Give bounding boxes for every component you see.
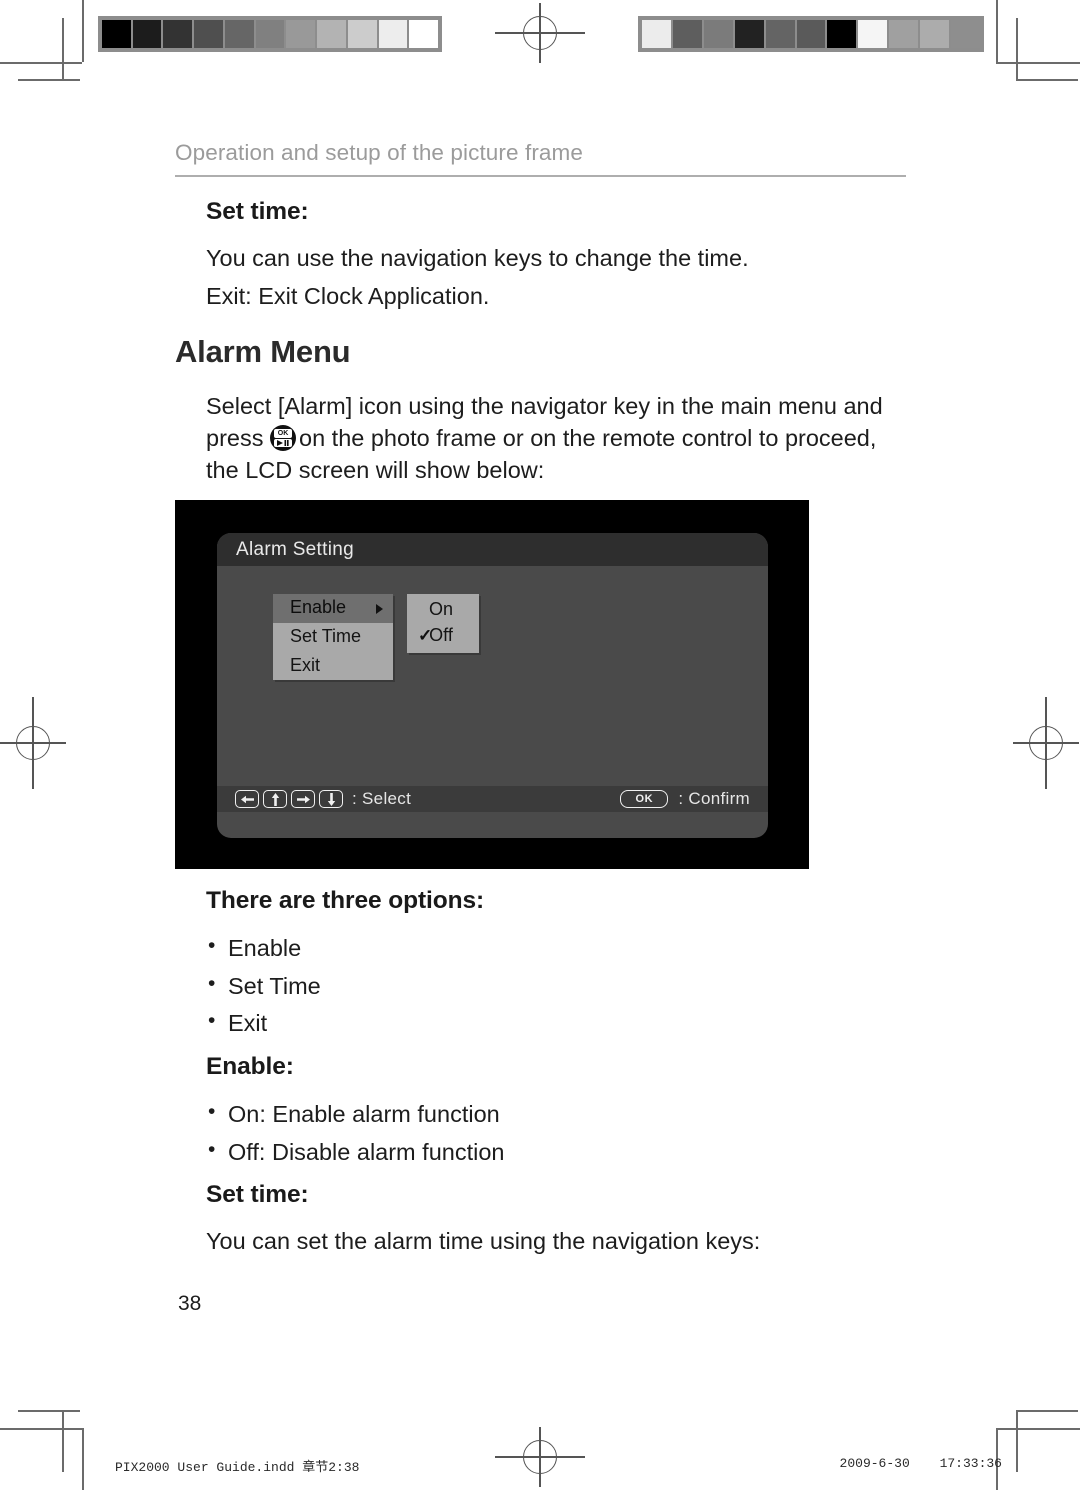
arrow-up-icon[interactable]	[263, 790, 287, 809]
colophon-date: 2009-6-30	[839, 1456, 910, 1471]
crop-mark-top-left-h2	[18, 79, 80, 81]
calibration-right-patch	[920, 20, 950, 48]
crop-mark-bottom-right-h	[996, 1428, 1080, 1430]
calibration-right-patch	[642, 20, 671, 48]
crop-mark-top-left-v	[82, 0, 84, 62]
calibration-left-patch	[224, 20, 254, 48]
section-heading-three-options: There are three options:	[206, 887, 485, 915]
page-number: 38	[178, 1292, 202, 1315]
menu-item-exit[interactable]: Exit	[273, 652, 393, 681]
lcd-body: Enable Set Time Exit On ✓ Off: Select O…	[217, 566, 768, 813]
menu-item-enable-label: Enable	[290, 597, 347, 618]
intro-text-after-icon: on the photo frame or on the remote cont…	[206, 424, 877, 484]
three-options-list: Enable Set Time Exit	[206, 929, 910, 1043]
arrow-left-icon[interactable]	[235, 790, 259, 809]
crop-mark-bottom-left-h2	[18, 1410, 80, 1412]
play-pause-icon	[274, 439, 292, 448]
menu-item-enable[interactable]: Enable	[273, 594, 393, 623]
menu-item-exit-label: Exit	[290, 654, 321, 675]
calibration-right-patch	[827, 20, 857, 48]
list-item: Enable	[206, 929, 910, 968]
calibration-right-patch	[734, 20, 764, 48]
section-heading-enable: Enable:	[206, 1053, 294, 1080]
menu-item-set-time[interactable]: Set Time	[273, 623, 393, 652]
colophon-filename: PIX2000 User Guide.indd 章节2:38	[115, 1460, 360, 1475]
grayscale-calibration-strip-right	[638, 16, 984, 52]
body-column: Set time: You can use the navigation key…	[175, 198, 910, 1259]
section-heading-set-time-2: Set time:	[206, 1181, 309, 1209]
crop-mark-bottom-right-h2	[1016, 1410, 1078, 1412]
submenu-arrow-icon	[376, 603, 383, 614]
crop-mark-top-right-h2	[1016, 79, 1078, 81]
alarm-menu-list: Enable Set Time Exit	[273, 594, 393, 681]
submenu-option-on-label: On	[428, 599, 453, 620]
calibration-right-patch	[765, 20, 795, 48]
calibration-left-patch	[378, 20, 408, 48]
crop-mark-top-right-v2	[1016, 18, 1018, 80]
chapter-title-alarm-menu: Alarm Menu	[175, 333, 351, 369]
ok-key-icon[interactable]: OK	[620, 790, 669, 809]
crop-mark-top-right-h	[996, 62, 1080, 64]
calibration-left-patch	[286, 20, 316, 48]
submenu-option-off-label: Off	[429, 624, 453, 645]
crop-mark-top-left-v2	[62, 18, 64, 80]
crop-mark-bottom-left-h	[0, 1428, 82, 1430]
lcd-footer-bar: : Select OK : Confirm	[217, 786, 768, 813]
calibration-left-patch	[347, 20, 377, 48]
set-time-line-1: You can use the navigation keys to chang…	[206, 244, 749, 271]
colophon-timestamp: 2009-6-30 17:33:36	[840, 1456, 1002, 1471]
submenu-option-on[interactable]: On	[407, 597, 479, 623]
menu-item-set-time-label: Set Time	[290, 625, 362, 646]
crop-mark-bottom-left-v	[82, 1428, 84, 1490]
lcd-title-bar: Alarm Setting	[217, 533, 768, 567]
calibration-left-patch	[317, 20, 346, 48]
lcd-panel: Alarm Setting Enable Set Time Exit On ✓ …	[217, 533, 768, 839]
list-item: Off: Disable alarm function	[206, 1133, 910, 1172]
ok-icon-label: OK	[274, 428, 292, 438]
enable-options-list: On: Enable alarm function Off: Disable a…	[206, 1095, 910, 1172]
calibration-right-patch	[796, 20, 826, 48]
lcd-footer-select-group: : Select	[235, 789, 411, 809]
lcd-footer-confirm-group: OK : Confirm	[620, 789, 750, 809]
crop-mark-top-right-v	[996, 0, 998, 62]
calibration-left-patch	[163, 20, 193, 48]
lcd-screenshot-figure: Alarm Setting Enable Set Time Exit On ✓ …	[175, 500, 809, 870]
ok-play-button-icon: OK	[270, 424, 296, 451]
calibration-right-patch	[858, 20, 888, 48]
header-rule	[175, 175, 906, 177]
set-time-line-2: Exit: Exit Clock Application.	[206, 283, 490, 310]
calibration-right-patch	[703, 20, 733, 48]
section-heading-set-time: Set time:	[206, 197, 309, 225]
calibration-right-patch	[889, 20, 919, 48]
crop-mark-bottom-right-v2	[1016, 1410, 1018, 1472]
colophon-time: 17:33:36	[939, 1456, 1002, 1471]
lcd-select-label: : Select	[352, 789, 412, 809]
checkmark-icon: ✓	[418, 625, 433, 645]
running-head: Operation and setup of the picture frame	[175, 140, 583, 165]
lcd-confirm-label: : Confirm	[678, 789, 750, 809]
calibration-left-patch	[132, 20, 162, 48]
list-item: Exit	[206, 1004, 910, 1043]
arrow-down-icon[interactable]	[319, 790, 343, 809]
page-content: Operation and setup of the picture frame…	[175, 140, 910, 1266]
alarm-menu-intro-paragraph: Select [Alarm] icon using the navigator …	[206, 390, 910, 487]
arrow-right-icon[interactable]	[291, 790, 315, 809]
enable-submenu: On ✓ Off	[407, 594, 479, 654]
crop-mark-top-left-h	[0, 62, 82, 64]
set-time-description: You can set the alarm time using the nav…	[206, 1228, 761, 1255]
submenu-option-off[interactable]: ✓ Off	[407, 623, 479, 649]
list-item: On: Enable alarm function	[206, 1095, 910, 1134]
calibration-left-patch	[194, 20, 223, 48]
grayscale-calibration-strip-left	[98, 16, 442, 52]
calibration-right-patch	[672, 20, 702, 48]
calibration-left-patch	[255, 20, 285, 48]
calibration-right-patch	[951, 20, 980, 48]
crop-mark-bottom-left-v2	[62, 1410, 64, 1472]
calibration-left-patch	[102, 20, 131, 48]
calibration-left-patch	[409, 20, 439, 48]
list-item: Set Time	[206, 967, 910, 1006]
